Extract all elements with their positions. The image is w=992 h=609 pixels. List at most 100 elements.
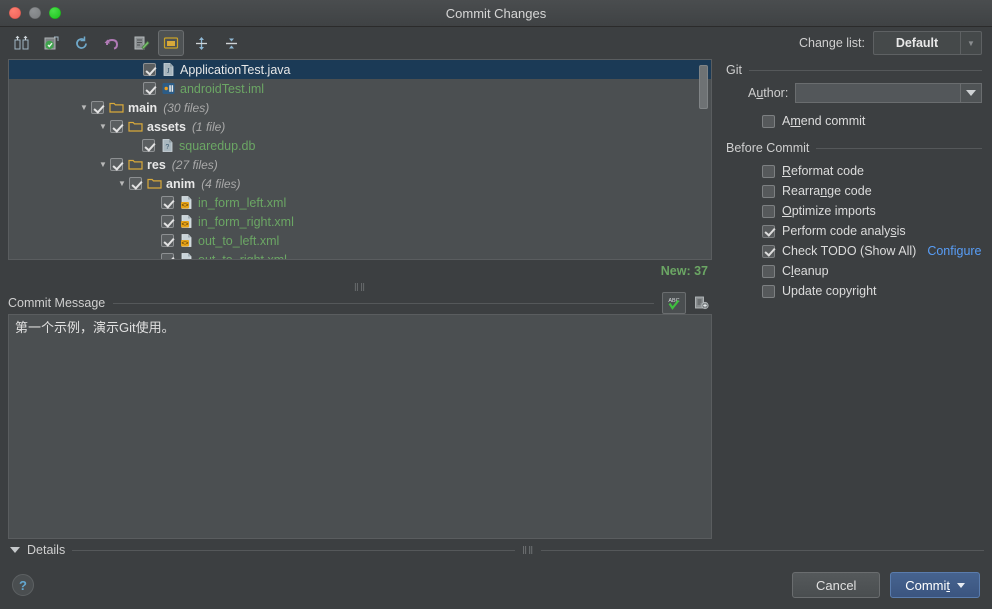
before-commit-option-checkbox[interactable] (762, 244, 775, 258)
tree-row-label: androidTest.iml (180, 81, 265, 96)
toolbar: Change list: Default ▼ (0, 27, 992, 59)
before-commit-option-label: Rearrange code (782, 184, 872, 198)
changed-files-tree[interactable]: J ApplicationTest.java androidTest.iml ▼ mai… (8, 59, 712, 260)
amend-commit-checkbox[interactable] (762, 114, 775, 128)
refresh-icon[interactable] (68, 30, 94, 56)
before-commit-option-row[interactable]: Update copyright (726, 281, 982, 301)
revert-icon[interactable] (38, 30, 64, 56)
tree-row-checkbox[interactable] (110, 158, 123, 171)
zoom-button[interactable] (49, 7, 61, 19)
before-commit-option-row[interactable]: Perform code analysis (726, 221, 982, 241)
xml-file-icon: <> (179, 252, 194, 259)
details-label: Details (27, 543, 66, 557)
tree-row-checkbox[interactable] (161, 253, 174, 259)
tree-row[interactable]: <> out_to_left.xml (9, 231, 711, 250)
tree-row-checkbox[interactable] (143, 63, 156, 76)
tree-row[interactable]: ▼ main (30 files) (9, 98, 711, 117)
tree-row-checkbox[interactable] (91, 101, 104, 114)
tree-row-checkbox[interactable] (142, 139, 155, 152)
tree-row[interactable]: <> out_to_right.xml (9, 250, 711, 259)
rollback-icon[interactable] (98, 30, 124, 56)
before-commit-option-checkbox[interactable] (762, 164, 775, 178)
change-list-combo[interactable]: Default ▼ (873, 31, 982, 55)
xml-file-icon: <> (179, 214, 194, 229)
tree-row-label: main (128, 100, 158, 115)
details-divider-right (541, 549, 985, 551)
message-history-icon[interactable] (690, 293, 712, 313)
before-commit-option-checkbox[interactable] (762, 284, 775, 298)
commit-button[interactable]: Commit (890, 572, 980, 598)
tree-status-bar: New: 37 (8, 260, 712, 282)
commit-message-input[interactable]: 第一个示例，演示Git使用。 (8, 314, 712, 539)
chevron-down-icon[interactable] (960, 84, 981, 102)
commit-changes-dialog: Commit Changes Change list: Default ▼ J … (0, 0, 992, 609)
commit-message-text: 第一个示例，演示Git使用。 (15, 320, 175, 335)
before-commit-option-label: Reformat code (782, 164, 864, 178)
edit-source-icon[interactable] (128, 30, 154, 56)
author-row: Author: (726, 83, 982, 103)
expand-collapse-triangle-icon[interactable]: ▼ (96, 122, 110, 131)
tree-row-checkbox[interactable] (161, 215, 174, 228)
tree-row-label: in_form_left.xml (198, 195, 287, 210)
chevron-down-icon: ▼ (960, 32, 981, 54)
help-button[interactable]: ? (12, 574, 34, 596)
author-input[interactable] (796, 84, 960, 102)
tree-row-label: assets (147, 119, 186, 134)
git-group-title: Git (726, 63, 742, 77)
tree-row-checkbox[interactable] (161, 196, 174, 209)
before-commit-option-row[interactable]: Reformat code (726, 161, 982, 181)
tree-row[interactable]: androidTest.iml (9, 79, 711, 98)
minimize-button[interactable] (29, 7, 41, 19)
before-commit-option-checkbox[interactable] (762, 184, 775, 198)
before-commit-option-row[interactable]: Rearrange code (726, 181, 982, 201)
tree-row[interactable]: <> in_form_right.xml (9, 212, 711, 231)
expand-collapse-triangle-icon[interactable]: ▼ (96, 160, 110, 169)
chevron-down-icon[interactable] (957, 582, 965, 588)
git-group-header: Git (726, 63, 982, 77)
tree-row[interactable]: ▼ res (27 files) (9, 155, 711, 174)
tree-row-file-count: (4 files) (201, 176, 241, 191)
spellcheck-abc-icon[interactable]: ABC (662, 292, 686, 314)
tree-row[interactable]: J ApplicationTest.java (9, 60, 711, 79)
chevron-down-icon[interactable] (10, 547, 20, 553)
tree-row[interactable]: <> in_form_left.xml (9, 193, 711, 212)
amend-commit-label: Amend commit (782, 114, 866, 128)
before-commit-option-row[interactable]: Optimize imports (726, 201, 982, 221)
tree-row-checkbox[interactable] (129, 177, 142, 190)
expand-collapse-triangle-icon[interactable]: ▼ (115, 179, 129, 188)
expand-collapse-triangle-icon[interactable]: ▼ (77, 103, 91, 112)
details-section-header[interactable]: Details ⣿⣿ (0, 539, 992, 561)
commit-message-actions: ABC (662, 292, 712, 314)
before-commit-option-checkbox[interactable] (762, 264, 775, 278)
tree-row-checkbox[interactable] (143, 82, 156, 95)
tree-row-checkbox[interactable] (110, 120, 123, 133)
tree-row-label: out_to_left.xml (198, 233, 280, 248)
before-commit-option-checkbox[interactable] (762, 204, 775, 218)
details-splitter-grip[interactable]: ⣿⣿ (522, 546, 534, 554)
tree-row-checkbox[interactable] (161, 234, 174, 247)
before-commit-option-row[interactable]: Cleanup (726, 261, 982, 281)
window-controls (0, 7, 61, 19)
commit-message-divider (113, 302, 654, 304)
configure-link[interactable]: Configure (927, 244, 981, 258)
collapse-all-icon[interactable] (218, 30, 244, 56)
tree-scrollbar-thumb[interactable] (699, 65, 708, 109)
tree-message-splitter[interactable]: ⣿⣿ (8, 282, 712, 292)
tree-row[interactable]: ? squaredup.db (9, 136, 711, 155)
option-label-post: ptimize imports (791, 204, 876, 218)
tree-row[interactable]: ▼ assets (1 file) (9, 117, 711, 136)
tree-scrollbar[interactable] (698, 62, 709, 257)
cancel-button[interactable]: Cancel (792, 572, 881, 598)
tree-row[interactable]: ▼ anim (4 files) (9, 174, 711, 193)
before-commit-option-label: Check TODO (Show All) (782, 244, 916, 258)
show-diff-icon[interactable] (8, 30, 34, 56)
close-button[interactable] (9, 7, 21, 19)
option-label-post: eformat code (791, 164, 864, 178)
before-commit-option-row[interactable]: Check TODO (Show All) Configure (726, 241, 982, 261)
title-bar: Commit Changes (0, 0, 992, 27)
before-commit-option-checkbox[interactable] (762, 224, 775, 238)
amend-commit-checkbox-row[interactable]: Amend commit (726, 111, 982, 131)
group-by-directory-icon[interactable] (158, 30, 184, 56)
author-combo[interactable] (795, 83, 982, 103)
expand-all-icon[interactable] (188, 30, 214, 56)
